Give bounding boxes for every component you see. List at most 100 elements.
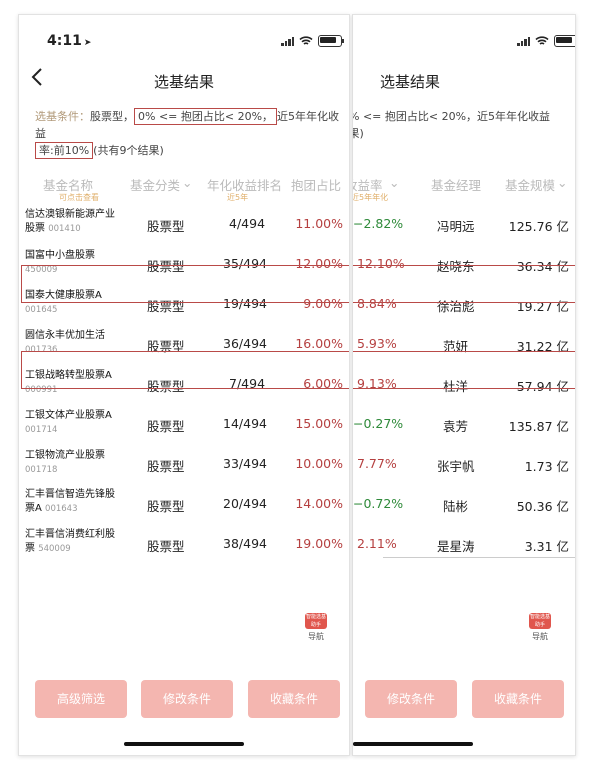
col-return-sort-icon[interactable]: ⌄	[389, 175, 399, 190]
table-row[interactable]: 工银物流产业股票 001718 股票型 33/494 10.00%	[19, 443, 349, 483]
save-conditions-button[interactable]: 收藏条件	[248, 680, 340, 718]
fund-rank: 36/494	[223, 336, 267, 351]
system-status-icons	[281, 35, 344, 47]
table-row[interactable]: −0.27% 袁芳 135.87 亿	[353, 403, 575, 443]
table-row[interactable]: 工银文体产业股票A 001714 股票型 14/494 15.00%	[19, 403, 349, 443]
save-conditions-button-right[interactable]: 收藏条件	[472, 680, 564, 718]
nav-button-right[interactable]: 智能选基助手 导航	[529, 613, 551, 643]
table-header-right: 收益率 ⌄ 近5年年化 基金经理 基金规模 ⌄	[352, 175, 575, 203]
fund-share: 11.00%	[295, 216, 343, 231]
fund-return: 2.11%	[357, 536, 397, 551]
signal-icon	[281, 36, 294, 46]
fund-size: 125.76 亿	[508, 219, 569, 234]
wifi-icon	[535, 36, 549, 45]
col-return-sub: 近5年年化	[352, 193, 389, 202]
highlight-box-row-5-right	[353, 351, 575, 389]
advanced-filter-button[interactable]: 高级筛选	[35, 680, 127, 718]
col-size-sort-icon[interactable]: ⌄	[557, 175, 567, 190]
fund-rank: 4/494	[229, 216, 266, 231]
fund-share: 15.00%	[295, 416, 343, 431]
col-category-sort-icon[interactable]: ⌄	[182, 175, 192, 190]
filter-range-highlight: 0% <= 抱团占比< 20%，	[134, 108, 278, 125]
status-time: 4:11 ➤	[47, 33, 92, 49]
col-name-sub: 可点击查看	[59, 193, 99, 202]
highlight-box-row-5	[21, 351, 349, 389]
table-header: 基金名称 可点击查看 基金分类 ⌄ 年化收益排名 近5年 抱团占比	[19, 175, 349, 203]
fund-size: 50.36 亿	[516, 499, 569, 514]
right-screen: 选基结果 选基条件：股票型，0% <= 抱团占比< 20%，近5年年化收益 率:…	[352, 14, 576, 756]
col-size[interactable]: 基金规模	[505, 175, 555, 194]
fund-rank: 33/494	[223, 456, 267, 471]
fund-return: 7.77%	[357, 456, 397, 471]
battery-icon	[554, 35, 575, 47]
fund-name[interactable]: 工银物流产业股票 001718	[25, 449, 105, 477]
chevron-left-icon	[31, 68, 42, 86]
fund-code: 540009	[38, 544, 71, 554]
fund-return: 5.93%	[357, 336, 397, 351]
right-screen-content: 选基结果 选基条件：股票型，0% <= 抱团占比< 20%，近5年年化收益 率:…	[352, 15, 575, 755]
left-screen-content: 4:11 ➤ 选基结果 选基条件：股票型， 0% <= 抱团占比< 20%， 近5年年…	[19, 15, 349, 755]
highlight-box-row-3-right	[353, 265, 575, 303]
fund-manager: 冯明远	[437, 219, 475, 234]
filter-description: 选基条件：股票型， 0% <= 抱团占比< 20%， 近5年年化收益 率:前10%(…	[35, 108, 340, 159]
location-arrow-icon: ➤	[83, 38, 92, 48]
fund-share: 16.00%	[295, 336, 343, 351]
fund-manager: 张宇帆	[437, 459, 475, 474]
wifi-icon	[299, 36, 313, 45]
assistant-badge-icon: 智能选基助手	[305, 613, 327, 629]
table-row[interactable]: −2.82% 冯明远 125.76 亿	[353, 203, 575, 243]
modify-conditions-button-right[interactable]: 修改条件	[365, 680, 457, 718]
fund-category: 股票型	[147, 539, 185, 554]
fund-return: −0.27%	[353, 416, 404, 431]
modify-conditions-button[interactable]: 修改条件	[141, 680, 233, 718]
table-row[interactable]: 信达澳银新能源产业 股票 001410 股票型 4/494 11.00%	[19, 203, 349, 243]
table-row[interactable]: −0.72% 陆彬 50.36 亿	[353, 483, 575, 523]
home-indicator-right	[353, 742, 473, 746]
page-title: 选基结果	[154, 73, 215, 91]
fund-name[interactable]: 工银文体产业股票A 001714	[25, 409, 112, 437]
filter-description-right: 选基条件：股票型，0% <= 抱团占比< 20%，近5年年化收益 率:前10%(…	[352, 110, 551, 140]
fund-manager: 是星涛	[437, 539, 475, 554]
fund-name[interactable]: 汇丰晋信消费红利股票 540009	[25, 528, 115, 556]
fund-rank: 38/494	[223, 536, 267, 551]
col-manager[interactable]: 基金经理	[431, 175, 481, 194]
scroll-divider	[383, 557, 575, 558]
fund-code: 001714	[25, 425, 58, 435]
assistant-badge-icon: 智能选基助手	[529, 613, 551, 629]
fund-return: −2.82%	[353, 216, 404, 231]
left-screen: 4:11 ➤ 选基结果 选基条件：股票型， 0% <= 抱团占比< 20%， 近5年年…	[18, 14, 350, 756]
fund-category: 股票型	[147, 219, 185, 234]
col-category[interactable]: 基金分类	[130, 175, 180, 194]
nav-button[interactable]: 智能选基助手 导航	[305, 613, 327, 643]
fund-size: 135.87 亿	[508, 419, 569, 434]
fund-name[interactable]: 信达澳银新能源产业 股票 001410	[25, 208, 115, 236]
fund-name[interactable]: 汇丰晋信智造先锋股 票A 001643	[25, 488, 115, 516]
fund-rank: 20/494	[223, 496, 267, 511]
fund-code: 001718	[25, 465, 58, 475]
table-row[interactable]: 汇丰晋信消费红利股票 540009 股票型 38/494 19.00%	[19, 523, 349, 563]
fund-share: 10.00%	[295, 456, 343, 471]
highlight-box-row-3	[21, 265, 349, 303]
home-indicator	[124, 742, 244, 746]
back-button[interactable]	[31, 67, 43, 92]
fund-size: 3.31 亿	[524, 539, 569, 554]
fund-category: 股票型	[147, 459, 185, 474]
fund-share: 14.00%	[295, 496, 343, 511]
fund-return: −0.72%	[353, 496, 404, 511]
page-title-right: 选基结果	[380, 73, 441, 91]
fund-code: 001643	[45, 504, 78, 514]
col-share[interactable]: 抱团占比	[291, 175, 341, 194]
system-status-icons-right	[517, 35, 575, 47]
fund-code: 001410	[48, 224, 81, 234]
fund-rank: 14/494	[223, 416, 267, 431]
fund-manager: 陆彬	[443, 499, 469, 514]
fund-manager: 袁芳	[443, 419, 469, 434]
table-row[interactable]: 7.77% 张宇帆 1.73 亿	[353, 443, 575, 483]
fund-code: 001645	[25, 305, 58, 315]
fund-category: 股票型	[147, 499, 185, 514]
fund-share: 19.00%	[295, 536, 343, 551]
signal-icon	[517, 36, 530, 46]
table-row[interactable]: 汇丰晋信智造先锋股 票A 001643 股票型 20/494 14.00%	[19, 483, 349, 523]
battery-icon	[318, 35, 344, 47]
fund-size: 1.73 亿	[524, 459, 569, 474]
